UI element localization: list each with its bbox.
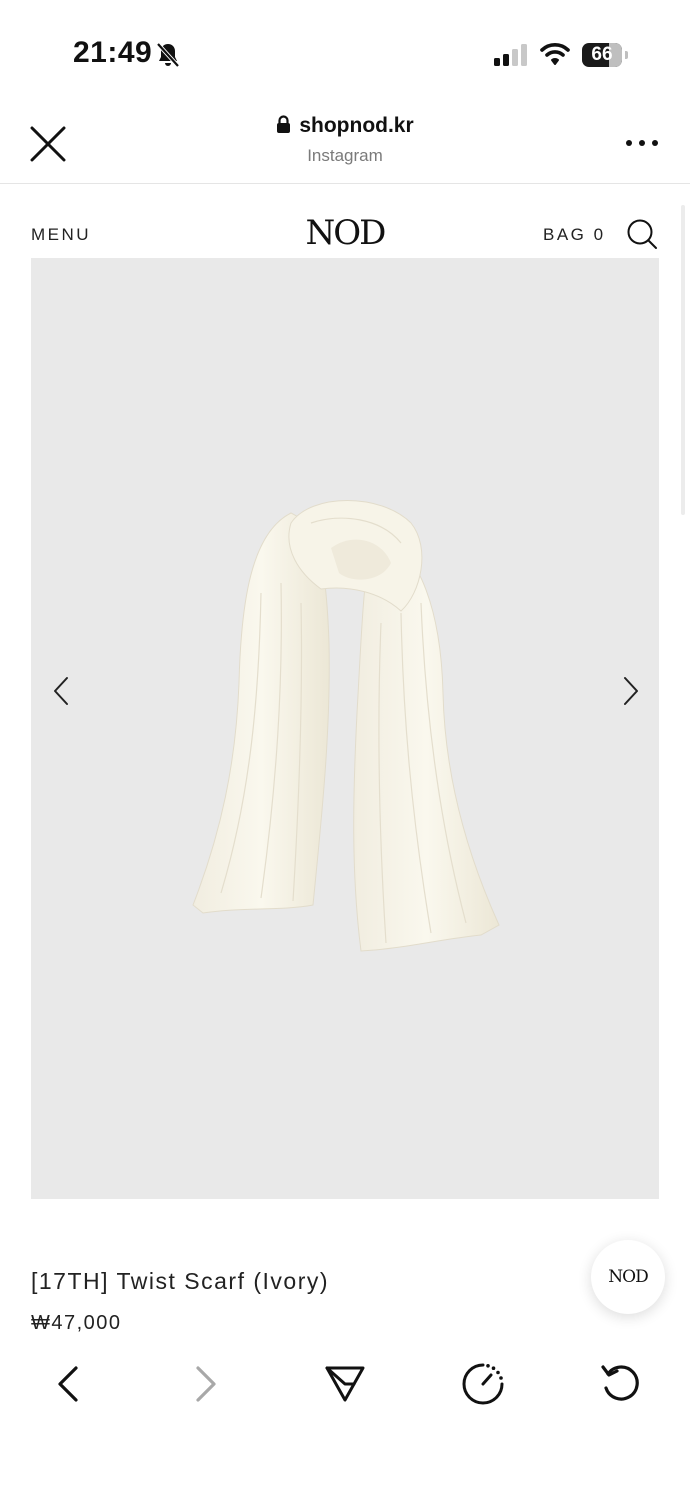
share-button[interactable] xyxy=(323,1362,367,1406)
image-prev-button[interactable] xyxy=(51,675,71,712)
battery-icon: 66 xyxy=(582,43,622,67)
reload-button[interactable] xyxy=(599,1362,643,1406)
battery-cap xyxy=(625,51,628,59)
product-price: ₩47,000 xyxy=(31,1312,122,1334)
page-scrollbar[interactable] xyxy=(681,205,685,515)
chevron-right-icon xyxy=(624,677,638,705)
reload-icon xyxy=(601,1365,639,1401)
scarf-image xyxy=(192,500,500,952)
back-button[interactable] xyxy=(46,1362,90,1406)
source-label: Instagram xyxy=(307,146,383,165)
bell-slash-icon xyxy=(156,42,180,73)
forward-icon xyxy=(196,1366,216,1402)
forward-button[interactable] xyxy=(184,1362,228,1406)
product-name: [17TH] Twist Scarf (Ivory) xyxy=(31,1268,330,1294)
share-icon xyxy=(325,1366,365,1402)
status-time: 21:49 xyxy=(73,36,153,69)
timer-button[interactable] xyxy=(461,1362,505,1406)
product-image[interactable] xyxy=(31,258,659,1199)
battery-level: 66 xyxy=(591,44,613,65)
image-next-button[interactable] xyxy=(621,675,641,712)
domain-text: shopnod.kr xyxy=(299,114,414,137)
wifi-icon xyxy=(540,42,570,71)
chevron-left-icon xyxy=(54,677,68,705)
header-divider xyxy=(0,183,690,184)
search-icon xyxy=(627,219,657,249)
back-icon xyxy=(58,1366,78,1402)
timer-icon xyxy=(462,1363,504,1405)
cellular-signal-icon xyxy=(494,44,530,73)
url-domain[interactable]: shopnod.kr xyxy=(0,114,690,140)
chat-button[interactable]: NOD xyxy=(591,1240,665,1314)
bag-link[interactable]: BAG 0 xyxy=(543,225,606,245)
more-button[interactable] xyxy=(626,140,658,150)
search-button[interactable] xyxy=(626,218,658,255)
lock-icon xyxy=(276,115,291,140)
